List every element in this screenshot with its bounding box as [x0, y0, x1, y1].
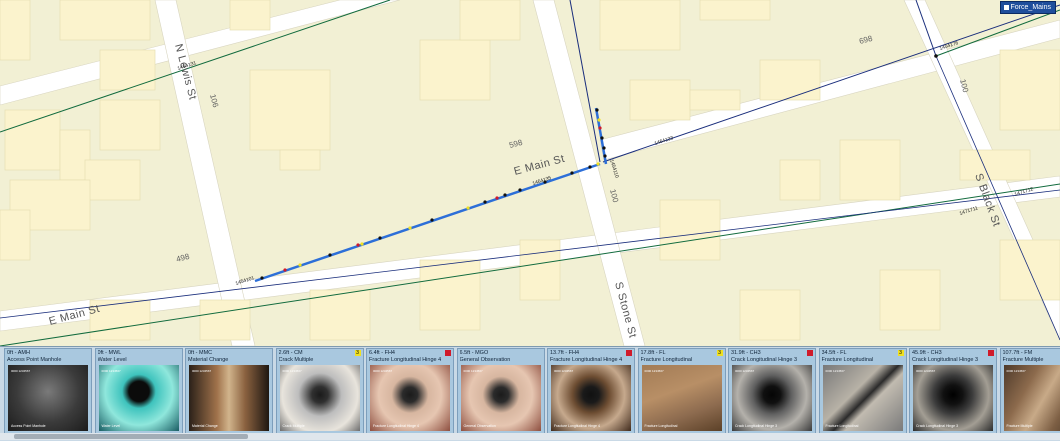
observation-thumbnail[interactable]: 107.7ft - FMFracture Multiple0000 123456… — [1000, 348, 1060, 434]
thumbnail-caption: 2.6ft - CMCrack Multiple — [279, 350, 359, 363]
observation-thumbnail[interactable]: 17.8ft - FLFracture Longitudinal30000 12… — [638, 348, 726, 434]
image-label-text: Fracture Longitudinal — [645, 424, 678, 429]
thumbnail-title: 6.5ft - MGO — [460, 350, 540, 357]
thumbnail-description: Access Point Manhole — [7, 357, 87, 364]
thumbnail-description: Fracture Longitudinal — [641, 357, 721, 364]
thumbnail-description: Crack Multiple — [279, 357, 359, 364]
thumbnail-title: 6.4ft - FH4 — [369, 350, 449, 357]
thumbnail-caption: 6.5ft - MGOGeneral Observation — [460, 350, 540, 363]
thumbnail-title: 45.9ft - CH3 — [912, 350, 992, 357]
observation-thumbnail-strip[interactable]: 0ft - AMHAccess Point Manhole0000 123456… — [0, 346, 1060, 441]
image-overlay-text: 0000 1234567 — [11, 369, 30, 373]
thumbnail-title: 13.7ft - FH4 — [550, 350, 630, 357]
observation-thumbnail[interactable]: 6.4ft - FH4Fracture Longitudinal Hinge 4… — [366, 348, 454, 434]
inspection-image[interactable]: 0000 1234567 Fracture Longitudinal — [642, 365, 722, 431]
thumbnail-title: 0ft - AMH — [7, 350, 87, 357]
observation-thumbnail[interactable]: 0ft - AMHAccess Point Manhole0000 123456… — [4, 348, 92, 434]
observation-thumbnail[interactable]: 31.9ft - CH3Crack Longitudinal Hinge 300… — [728, 348, 816, 434]
thumbnail-caption: 0ft - MWLWater Level — [98, 350, 178, 363]
image-label-text: Fracture Longitudinal Hinge 4 — [373, 424, 419, 429]
severity-badge: 3 — [898, 350, 904, 356]
thumbnail-title: 0ft - MMC — [188, 350, 268, 357]
inspection-image[interactable]: 0000 1234567 Fracture Longitudinal Hinge … — [370, 365, 450, 431]
image-overlay-text: 0000 1234567 — [826, 369, 845, 373]
image-overlay-text: 0000 1234567 — [1007, 369, 1026, 373]
severity-badge: 3 — [355, 350, 361, 356]
inspection-image[interactable]: 0000 1234567 Crack Multiple — [280, 365, 360, 431]
thumbnail-title: 31.9ft - CH3 — [731, 350, 811, 357]
observation-thumbnail[interactable]: 34.5ft - FLFracture Longitudinal30000 12… — [819, 348, 907, 434]
thumbnail-description: Water Level — [98, 357, 178, 364]
image-label-text: Crack Longitudinal Hinge 3 — [735, 424, 777, 429]
inspection-image[interactable]: 0000 1234567 Fracture Longitudinal — [823, 365, 903, 431]
image-overlay-text: 0000 1234567 — [464, 369, 483, 373]
image-overlay-text: 0000 1234567 — [735, 369, 754, 373]
observation-thumbnail[interactable]: 0ft - MMCMaterial Change0000 1234567Mate… — [185, 348, 273, 434]
image-label-text: Water Level — [102, 424, 121, 429]
image-overlay-text: 0000 1234567 — [554, 369, 573, 373]
inspection-image[interactable]: 0000 1234567 Fracture Multiple — [1004, 365, 1060, 431]
thumbnail-caption: 17.8ft - FLFracture Longitudinal — [641, 350, 721, 363]
image-label-text: General Observation — [464, 424, 496, 429]
thumbnail-caption: 6.4ft - FH4Fracture Longitudinal Hinge 4 — [369, 350, 449, 363]
square-icon — [1004, 5, 1009, 10]
image-label-text: Crack Longitudinal Hinge 3 — [916, 424, 958, 429]
inspection-image[interactable]: 0000 1234567 Material Change — [189, 365, 269, 431]
severity-badge — [988, 350, 994, 356]
observation-thumbnail[interactable]: 45.9ft - CH3Crack Longitudinal Hinge 300… — [909, 348, 997, 434]
map-canvas[interactable]: E Main St E Main St N Lewis St S Stone S… — [0, 0, 1060, 346]
observation-thumbnail[interactable]: 2.6ft - CMCrack Multiple30000 1234567Cra… — [276, 348, 364, 434]
severity-badge: 3 — [717, 350, 723, 356]
thumbnail-description: Fracture Longitudinal Hinge 4 — [550, 357, 630, 364]
image-label-text: Fracture Longitudinal — [826, 424, 859, 429]
thumbnail-caption: 13.7ft - FH4Fracture Longitudinal Hinge … — [550, 350, 630, 363]
image-label-text: Fracture Multiple — [1007, 424, 1033, 429]
thumbnail-description: Material Change — [188, 357, 268, 364]
thumbnail-title: 0ft - MWL — [98, 350, 178, 357]
thumbnail-title: 34.5ft - FL — [822, 350, 902, 357]
severity-badge — [445, 350, 451, 356]
thumbnail-caption: 31.9ft - CH3Crack Longitudinal Hinge 3 — [731, 350, 811, 363]
thumbnail-description: Crack Longitudinal Hinge 3 — [731, 357, 811, 364]
thumbnail-description: Fracture Longitudinal — [822, 357, 902, 364]
inspection-image[interactable]: 0000 1234567 General Observation — [461, 365, 541, 431]
thumbnail-description: Fracture Longitudinal Hinge 4 — [369, 357, 449, 364]
thumbnail-caption: 45.9ft - CH3Crack Longitudinal Hinge 3 — [912, 350, 992, 363]
thumbnail-caption: 0ft - MMCMaterial Change — [188, 350, 268, 363]
image-overlay-text: 0000 1234567 — [373, 369, 392, 373]
thumbnail-description: Fracture Multiple — [1003, 357, 1060, 364]
severity-badge — [626, 350, 632, 356]
image-label-text: Crack Multiple — [283, 424, 305, 429]
thumbnail-title: 2.6ft - CM — [279, 350, 359, 357]
thumbnail-description: Crack Longitudinal Hinge 3 — [912, 357, 992, 364]
severity-badge — [807, 350, 813, 356]
layer-legend-badge[interactable]: Force_Mains — [1000, 1, 1056, 14]
image-label-text: Access Point Manhole — [11, 424, 46, 429]
inspection-image[interactable]: 0000 1234567 Access Point Manhole — [8, 365, 88, 431]
horizontal-scrollbar[interactable] — [0, 433, 1060, 440]
observation-thumbnail[interactable]: 6.5ft - MGOGeneral Observation0000 12345… — [457, 348, 545, 434]
observation-thumbnail[interactable]: 13.7ft - FH4Fracture Longitudinal Hinge … — [547, 348, 635, 434]
inspection-image[interactable]: 0000 1234567 Water Level — [99, 365, 179, 431]
thumbnail-title: 17.8ft - FL — [641, 350, 721, 357]
image-label-text: Fracture Longitudinal Hinge 4 — [554, 424, 600, 429]
image-overlay-text: 0000 1234567 — [192, 369, 211, 373]
thumbnail-caption: 0ft - AMHAccess Point Manhole — [7, 350, 87, 363]
inspection-image[interactable]: 0000 1234567 Fracture Longitudinal Hinge … — [551, 365, 631, 431]
image-overlay-text: 0000 1234567 — [916, 369, 935, 373]
thumbnail-title: 107.7ft - FM — [1003, 350, 1060, 357]
inspection-image[interactable]: 0000 1234567 Crack Longitudinal Hinge 3 — [913, 365, 993, 431]
image-overlay-text: 0000 1234567 — [283, 369, 302, 373]
layer-name: Force_Mains — [1011, 4, 1051, 11]
thumbnail-description: General Observation — [460, 357, 540, 364]
observation-thumbnail[interactable]: 0ft - MWLWater Level0000 1234567Water Le… — [95, 348, 183, 434]
thumbnail-caption: 107.7ft - FMFracture Multiple — [1003, 350, 1060, 363]
image-overlay-text: 0000 1234567 — [102, 369, 121, 373]
inspection-image[interactable]: 0000 1234567 Crack Longitudinal Hinge 3 — [732, 365, 812, 431]
thumbnail-caption: 34.5ft - FLFracture Longitudinal — [822, 350, 902, 363]
scrollbar-thumb[interactable] — [14, 434, 248, 439]
image-overlay-text: 0000 1234567 — [645, 369, 664, 373]
image-label-text: Material Change — [192, 424, 218, 429]
